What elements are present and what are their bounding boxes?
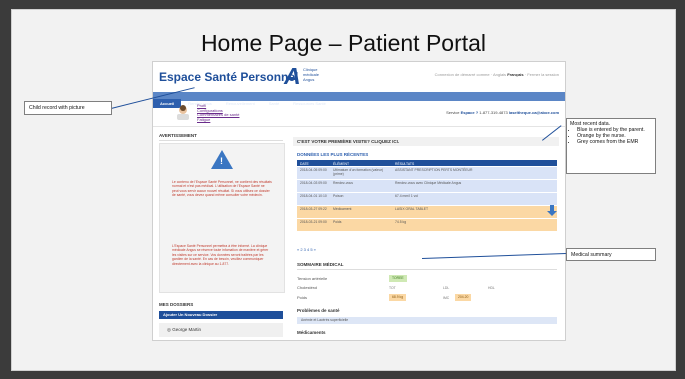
login-status: Connexion de démarré comme <box>434 72 490 77</box>
record-name: George Martin <box>172 327 201 332</box>
portal-screenshot: Espace Santé Personnel A Clinique médica… <box>152 61 566 341</box>
download-arrow-head-icon <box>547 211 557 216</box>
slide-title: Home Page – Patient Portal <box>200 30 487 56</box>
callout-bullet-emr: Grey comes from the EMR <box>577 139 652 145</box>
chol-hdl: HDL <box>488 286 495 290</box>
tab-sante[interactable]: Santé <box>262 99 286 108</box>
main-navbar: Accueil Rendez-vous Renouvellement Santé Res… <box>153 92 565 108</box>
health-problems-heading: Problèmes de santé <box>297 308 340 313</box>
first-visit-banner[interactable]: C'EST VOTRE PREMIÈRE VISITE? CLIQUEZ ICI… <box>293 137 559 146</box>
cholesterol-label: Cholestérol <box>297 285 318 290</box>
recent-data-table: DATE ÉLÉMENT RÉSULTATS 2018-04-05 09:00 … <box>297 160 557 231</box>
table-pagination[interactable]: « 2 3 4 5 » <box>297 247 316 252</box>
weight-label: Poids <box>297 295 308 300</box>
service-info: Service Espace ? 1-877-319-4873 laselthe… <box>446 110 559 115</box>
medical-summary-heading: SOMMAIRE MÉDICAL <box>297 262 557 270</box>
table-row[interactable]: 2018-04-01 10:10 Poison 67.4 mm/l 1 vol <box>297 192 557 205</box>
bp-label: Tension artérielle <box>297 276 328 281</box>
chol-tot: TOT <box>389 286 396 290</box>
callout-medical-summary: Medical summary <box>566 248 656 261</box>
table-row[interactable]: 2018-03-27 09:22 Médicament LASIX ORAL T… <box>297 205 557 218</box>
my-records-heading: MES DOSSIERS <box>159 302 194 307</box>
service-link[interactable]: Espace ? <box>461 110 479 115</box>
fatigue-link[interactable]: Fatigue <box>197 117 239 123</box>
presentation-slide: Home Page – Patient Portal Espace Santé … <box>11 9 676 371</box>
service-email-link[interactable]: laseltheque.ca@aboe.com <box>509 110 559 115</box>
warning-box: ! Le contenu de l'Espace Santé Personnel… <box>159 143 285 293</box>
imc-value: 204.20 <box>455 294 472 301</box>
add-record-button[interactable]: Ajouter Un Nouveau Dossier <box>159 311 283 319</box>
lang-english-link[interactable]: Anglais <box>493 72 506 77</box>
col-results: RÉSULTATS <box>395 162 415 166</box>
clinic-logo-subtitle: Clinique médicale Angus <box>303 67 320 82</box>
bp-value: TOREE <box>389 275 407 282</box>
warning-icon-mark: ! <box>220 156 223 166</box>
table-row[interactable]: 2018-03-21 09:00 Poids 74.5 kg <box>297 218 557 231</box>
callout-recent-list: Blue is entered by the parent. Orange by… <box>570 127 652 145</box>
health-problem-item[interactable]: Anémie et Lacérés superficielle <box>297 317 557 324</box>
col-element: ÉLÉMENT <box>333 162 350 166</box>
clinic-logo: A <box>284 63 301 89</box>
lang-french-link[interactable]: Français <box>507 72 523 77</box>
weight-value: 68.9 kg <box>389 294 407 301</box>
medications-heading: Médicaments <box>297 330 326 335</box>
tab-ressources[interactable]: Ressources Santé <box>286 99 333 108</box>
warning-text-1: Le contenu de l'Espace Santé Personnel, … <box>172 180 272 198</box>
chol-ldl: LDL <box>443 286 450 290</box>
callout-recent-data: Most recent data. Blue is entered by the… <box>566 118 656 174</box>
portal-brand: Espace Santé Personnel <box>159 70 299 84</box>
table-header: DATE ÉLÉMENT RÉSULTATS <box>297 160 557 166</box>
logout-link[interactable]: Fermer la session <box>527 72 559 77</box>
child-record-links: Profil Configurations Commentaires de sa… <box>197 103 239 123</box>
col-date: DATE <box>300 162 309 166</box>
divider <box>153 126 565 127</box>
recent-data-heading: DONNÉES LES PLUS RÉCENTES <box>297 152 369 157</box>
table-row[interactable]: 2018-04-05 09:00 Ultimatum d'un formatio… <box>297 166 557 179</box>
record-item-george[interactable]: ◎ George Martin <box>159 323 283 337</box>
warning-text-2: L'Espace Santé Personnel permettra à êtr… <box>172 244 269 266</box>
warning-heading: AVERTISSEMENT <box>159 133 283 141</box>
callout-child-record: Child record with picture <box>24 101 112 115</box>
table-row[interactable]: 2018-04-03 09:00 Rendez-vous Rendez-vous… <box>297 179 557 192</box>
child-avatar[interactable] <box>175 105 191 120</box>
top-links: Connexion de démarré comme · Anglais Fra… <box>434 72 559 77</box>
imc-label: IMC <box>443 296 450 300</box>
